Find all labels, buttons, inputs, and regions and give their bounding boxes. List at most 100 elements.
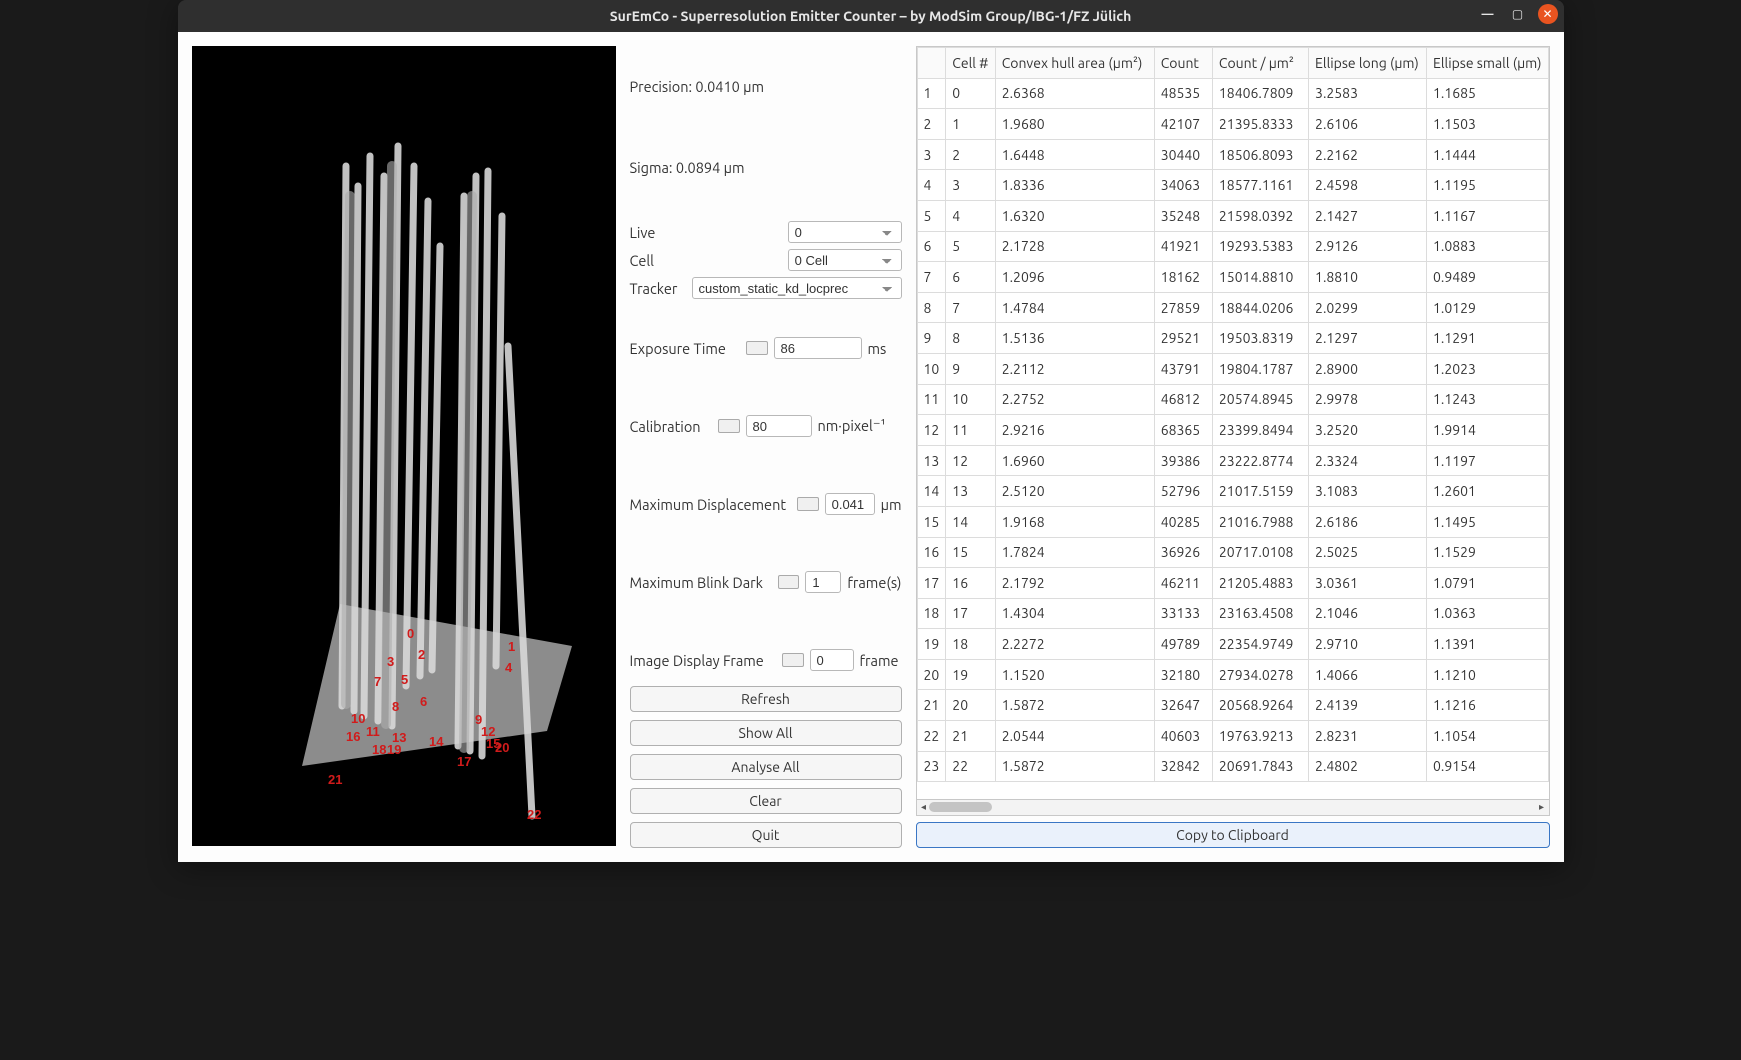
control-panel: Precision: 0.0410 µm Sigma: 0.0894 µm Li… bbox=[630, 46, 902, 848]
exposure-slider[interactable] bbox=[746, 341, 768, 355]
table-row[interactable]: 14132.51205279621017.51593.10831.2601 bbox=[917, 476, 1548, 507]
row-number: 15 bbox=[917, 506, 946, 537]
maxdisp-slider[interactable] bbox=[797, 497, 819, 511]
calibration-input[interactable] bbox=[746, 415, 812, 437]
imgframe-slider[interactable] bbox=[782, 653, 804, 667]
cell: 2 bbox=[946, 139, 995, 170]
refresh-button[interactable]: Refresh bbox=[630, 686, 902, 712]
maxblink-slider[interactable] bbox=[778, 575, 800, 589]
svg-text:2: 2 bbox=[418, 647, 425, 662]
table-row[interactable]: 22212.05444060319763.92132.82311.1054 bbox=[917, 721, 1548, 752]
table-row[interactable]: 541.63203524821598.03922.14271.1167 bbox=[917, 200, 1548, 231]
table-row[interactable]: 17162.17924621121205.48833.03611.0791 bbox=[917, 568, 1548, 599]
cell: 11 bbox=[946, 415, 995, 446]
content-area: 0 1 2 3 4 5 7 6 8 9 10 11 12 13 14 15 16 bbox=[178, 32, 1564, 862]
table-row[interactable]: 21201.58723264720568.92642.41391.1216 bbox=[917, 690, 1548, 721]
table-row[interactable]: 16151.78243692620717.01082.50251.1529 bbox=[917, 537, 1548, 568]
table-row[interactable]: 431.83363406318577.11612.45981.1195 bbox=[917, 170, 1548, 201]
cell: 2.9710 bbox=[1309, 629, 1427, 660]
cell: 33133 bbox=[1154, 598, 1212, 629]
cell: 1.9680 bbox=[995, 109, 1154, 140]
svg-text:21: 21 bbox=[328, 772, 342, 787]
copy-clipboard-button[interactable]: Copy to Clipboard bbox=[916, 822, 1550, 848]
table-row[interactable]: 20191.15203218027934.02781.40661.1210 bbox=[917, 659, 1548, 690]
showall-button[interactable]: Show All bbox=[630, 720, 902, 746]
cell: 1.1210 bbox=[1427, 659, 1549, 690]
cell: 1.1167 bbox=[1427, 200, 1549, 231]
col-header[interactable]: Count / µm² bbox=[1212, 48, 1308, 79]
analyseall-button[interactable]: Analyse All bbox=[630, 754, 902, 780]
col-header[interactable]: Count bbox=[1154, 48, 1212, 79]
table-row[interactable]: 652.17284192119293.53832.91261.0883 bbox=[917, 231, 1548, 262]
minimize-button[interactable]: — bbox=[1478, 4, 1498, 24]
cell: 2.5120 bbox=[995, 476, 1154, 507]
cell: 22 bbox=[946, 751, 995, 782]
live-select[interactable]: 0 bbox=[788, 221, 902, 243]
table-row[interactable]: 1092.21124379119804.17872.89001.2023 bbox=[917, 353, 1548, 384]
cell: 2.6106 bbox=[1309, 109, 1427, 140]
col-header[interactable]: Cell # bbox=[946, 48, 995, 79]
clear-button[interactable]: Clear bbox=[630, 788, 902, 814]
tracker-select[interactable]: custom_static_kd_locprec bbox=[692, 277, 902, 299]
cell: 2.2112 bbox=[995, 353, 1154, 384]
table-row[interactable]: 18171.43043313323163.45082.10461.0363 bbox=[917, 598, 1548, 629]
close-button[interactable]: ✕ bbox=[1538, 4, 1558, 24]
cell: 27934.0278 bbox=[1212, 659, 1308, 690]
scroll-thumb[interactable] bbox=[929, 802, 992, 812]
cell: 1.2601 bbox=[1427, 476, 1549, 507]
cell: 3.1083 bbox=[1309, 476, 1427, 507]
scroll-right-icon[interactable]: ▸ bbox=[1535, 800, 1549, 814]
app-window: SurEmCo - Superresolution Emitter Counte… bbox=[178, 0, 1564, 862]
row-number: 23 bbox=[917, 751, 946, 782]
calibration-slider[interactable] bbox=[718, 419, 740, 433]
imgframe-input[interactable] bbox=[810, 649, 854, 671]
cell: 19503.8319 bbox=[1212, 323, 1308, 354]
cell: 18577.1161 bbox=[1212, 170, 1308, 201]
titlebar[interactable]: SurEmCo - Superresolution Emitter Counte… bbox=[178, 0, 1564, 32]
quit-button[interactable]: Quit bbox=[630, 822, 902, 848]
cell-select[interactable]: 0 Cell bbox=[788, 249, 902, 271]
maxdisp-input[interactable] bbox=[825, 493, 875, 515]
maxblink-input[interactable] bbox=[805, 571, 841, 593]
cell: 2.1046 bbox=[1309, 598, 1427, 629]
table-row[interactable]: 871.47842785918844.02062.02991.0129 bbox=[917, 292, 1548, 323]
cell: 1.1529 bbox=[1427, 537, 1549, 568]
table-row[interactable]: 102.63684853518406.78093.25831.1685 bbox=[917, 78, 1548, 109]
maximize-button[interactable]: ▢ bbox=[1508, 4, 1528, 24]
cell: 0 bbox=[946, 78, 995, 109]
exposure-unit: ms bbox=[868, 340, 887, 357]
cell: 17 bbox=[946, 598, 995, 629]
table-row[interactable]: 23221.58723284220691.78432.48020.9154 bbox=[917, 751, 1548, 782]
visualization-canvas[interactable]: 0 1 2 3 4 5 7 6 8 9 10 11 12 13 14 15 16 bbox=[192, 46, 616, 846]
results-panel: Cell #Convex hull area (µm²)CountCount /… bbox=[916, 46, 1550, 848]
cell: 1.1685 bbox=[1427, 78, 1549, 109]
col-header[interactable]: Ellipse small (µm) bbox=[1427, 48, 1549, 79]
table-row[interactable]: 15141.91684028521016.79882.61861.1495 bbox=[917, 506, 1548, 537]
table-row[interactable]: 211.96804210721395.83332.61061.1503 bbox=[917, 109, 1548, 140]
cell: 2.8900 bbox=[1309, 353, 1427, 384]
cell: 2.2162 bbox=[1309, 139, 1427, 170]
row-number: 8 bbox=[917, 292, 946, 323]
cell: 27859 bbox=[1154, 292, 1212, 323]
table-row[interactable]: 19182.22724978922354.97492.97101.1391 bbox=[917, 629, 1548, 660]
svg-text:1: 1 bbox=[508, 639, 515, 654]
table-row[interactable]: 981.51362952119503.83192.12971.1291 bbox=[917, 323, 1548, 354]
row-number: 22 bbox=[917, 721, 946, 752]
table-row[interactable]: 13121.69603938623222.87742.33241.1197 bbox=[917, 445, 1548, 476]
horizontal-scrollbar[interactable]: ◂ ▸ bbox=[916, 800, 1550, 816]
cell: 16 bbox=[946, 568, 995, 599]
cell: 1 bbox=[946, 109, 995, 140]
col-header[interactable]: Convex hull area (µm²) bbox=[995, 48, 1154, 79]
cell: 20691.7843 bbox=[1212, 751, 1308, 782]
sigma-readout: Sigma: 0.0894 µm bbox=[630, 159, 902, 176]
table-row[interactable]: 321.64483044018506.80932.21621.1444 bbox=[917, 139, 1548, 170]
results-table[interactable]: Cell #Convex hull area (µm²)CountCount /… bbox=[917, 47, 1549, 782]
cell: 34063 bbox=[1154, 170, 1212, 201]
table-row[interactable]: 11102.27524681220574.89452.99781.1243 bbox=[917, 384, 1548, 415]
table-row[interactable]: 12112.92166836523399.84943.25201.9914 bbox=[917, 415, 1548, 446]
col-header[interactable]: Ellipse long (µm) bbox=[1309, 48, 1427, 79]
table-row[interactable]: 761.20961816215014.88101.88100.9489 bbox=[917, 262, 1548, 293]
exposure-input[interactable] bbox=[774, 337, 862, 359]
cell: 1.4304 bbox=[995, 598, 1154, 629]
cell: 42107 bbox=[1154, 109, 1212, 140]
